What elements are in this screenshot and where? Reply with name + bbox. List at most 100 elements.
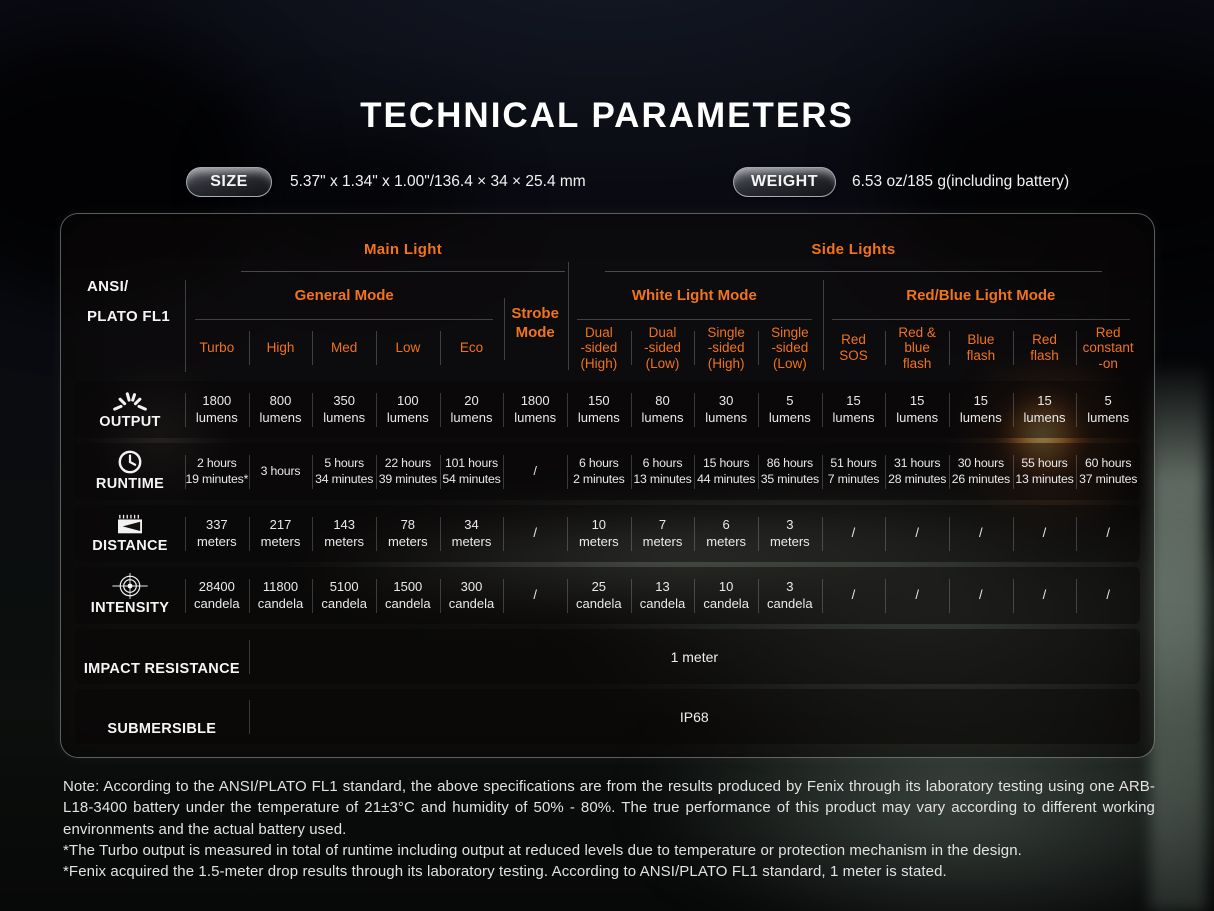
value-cell: 15 hours 44 minutes [694,443,758,500]
value-cell: 5 lumens [758,381,822,438]
standard-line2: PLATO FL1 [87,302,185,332]
column-header: Red & blue flash [885,320,949,376]
row-label: OUTPUT [99,414,160,430]
value-cell: 6 hours 13 minutes [631,443,695,500]
column-header: Dual -sided (High) [567,320,631,376]
target-icon [111,575,149,599]
value-cell: 6 hours 2 minutes [567,443,631,500]
note-drop: *Fenix acquired the 1.5-meter drop resul… [63,861,1155,882]
spec-table: ANSI/ PLATO FL1 Main Light Side Lights G… [60,213,1155,758]
column-header: Single -sided (Low) [758,320,822,376]
value-cell: 20 lumens [440,381,504,438]
value-cell: 100 lumens [376,381,440,438]
standard-label: ANSI/ PLATO FL1 [75,228,185,376]
column-header: Blue flash [949,320,1013,376]
table-header: ANSI/ PLATO FL1 Main Light Side Lights G… [75,228,1140,376]
value-cell: 22 hours 39 minutes [376,443,440,500]
spec-rows: OUTPUT1800 lumens800 lumens350 lumens100… [75,381,1140,744]
footnotes: Note: According to the ANSI/PLATO FL1 st… [63,776,1155,882]
row-label: RUNTIME [96,476,164,492]
value-cell: 5 hours 34 minutes [312,443,376,500]
impact-resistance-label-cell: IMPACT RESISTANCE [75,629,249,684]
note-turbo: *The Turbo output is measured in total o… [63,840,1155,861]
row-submersible: SUBMERSIBLE IP68 [75,689,1140,744]
value-cell: 10 meters [567,505,631,562]
background-photo: TECHNICAL PARAMETERS SIZE 5.37" x 1.34" … [0,0,1214,911]
value-cell: / [1076,505,1140,562]
value-cell: 25 candela [567,567,631,624]
value-cell: 350 lumens [312,381,376,438]
submersible-value: IP68 [249,689,1140,744]
column-header: Dual -sided (Low) [631,320,695,376]
page-title: TECHNICAL PARAMETERS [0,96,1214,136]
value-cell: 30 hours 26 minutes [949,443,1013,500]
value-cell: 31 hours 28 minutes [885,443,949,500]
column-header: Low [376,320,440,376]
value-cell: 30 lumens [694,381,758,438]
column-header: Red constant -on [1076,320,1140,376]
value-cell: / [949,505,1013,562]
standard-line1: ANSI/ [87,272,185,302]
column-header: Single -sided (High) [694,320,758,376]
value-cell: 3 meters [758,505,822,562]
value-cell: / [503,505,567,562]
value-cell: 101 hours 54 minutes [440,443,504,500]
column-header: High [249,320,313,376]
impact-resistance-value: 1 meter [249,629,1140,684]
value-cell: 6 meters [694,505,758,562]
row-label: INTENSITY [91,600,169,616]
value-cell: 143 meters [312,505,376,562]
value-cell: 15 lumens [1013,381,1077,438]
value-cell: 217 meters [249,505,313,562]
weight-badge: WEIGHT [733,167,836,197]
row-label: SUBMERSIBLE [107,721,216,737]
row-impact-resistance: IMPACT RESISTANCE 1 meter [75,629,1140,684]
value-cell: 5100 candela [312,567,376,624]
row-label: IMPACT RESISTANCE [84,661,240,677]
value-cell: 86 hours 35 minutes [758,443,822,500]
value-cell: / [503,443,567,500]
row-intensity: INTENSITY 28400 candela11800 candela5100 … [75,567,1140,624]
column-header: Eco [440,320,504,376]
size-value: 5.37" x 1.34" x 1.00"/136.4 × 34 × 25.4 … [290,173,586,191]
note-standard: Note: According to the ANSI/PLATO FL1 st… [63,776,1155,840]
row-label: DISTANCE [92,538,167,554]
row-output: OUTPUT1800 lumens800 lumens350 lumens100… [75,381,1140,438]
general-mode-header: General Mode [195,272,493,320]
burst-icon [112,389,148,413]
value-cell: 5 lumens [1076,381,1140,438]
value-cell: / [822,567,886,624]
column-header: Red flash [1013,320,1077,376]
value-cell: / [1013,567,1077,624]
value-cell: 11800 candela [249,567,313,624]
distance-label-cell: DISTANCE [75,505,185,562]
value-cell: 7 meters [631,505,695,562]
intensity-label-cell: INTENSITY [75,567,185,624]
value-cell: 10 candela [694,567,758,624]
value-cell: 28400 candela [185,567,249,624]
value-cell: 51 hours 7 minutes [822,443,886,500]
value-cell: / [1076,567,1140,624]
value-cell: 34 meters [440,505,504,562]
value-cell: 13 candela [631,567,695,624]
submersible-label-cell: SUBMERSIBLE [75,689,249,744]
value-cell: 15 lumens [885,381,949,438]
value-cell: 337 meters [185,505,249,562]
value-cell: 78 meters [376,505,440,562]
value-cell: / [885,567,949,624]
value-cell: 15 lumens [822,381,886,438]
white-light-mode-header: White Light Mode [577,272,812,320]
column-header: Turbo [185,320,249,376]
value-cell: / [822,505,886,562]
clock-icon [117,451,143,475]
value-cell: 800 lumens [249,381,313,438]
value-cell: 1500 candela [376,567,440,624]
redblue-light-mode-header: Red/Blue Light Mode [832,272,1130,320]
value-cell: / [885,505,949,562]
value-cell: / [503,567,567,624]
size-badge: SIZE [186,167,272,197]
value-cell: 80 lumens [631,381,695,438]
value-cell: 15 lumens [949,381,1013,438]
output-label-cell: OUTPUT [75,381,185,438]
header-divider [504,298,505,360]
